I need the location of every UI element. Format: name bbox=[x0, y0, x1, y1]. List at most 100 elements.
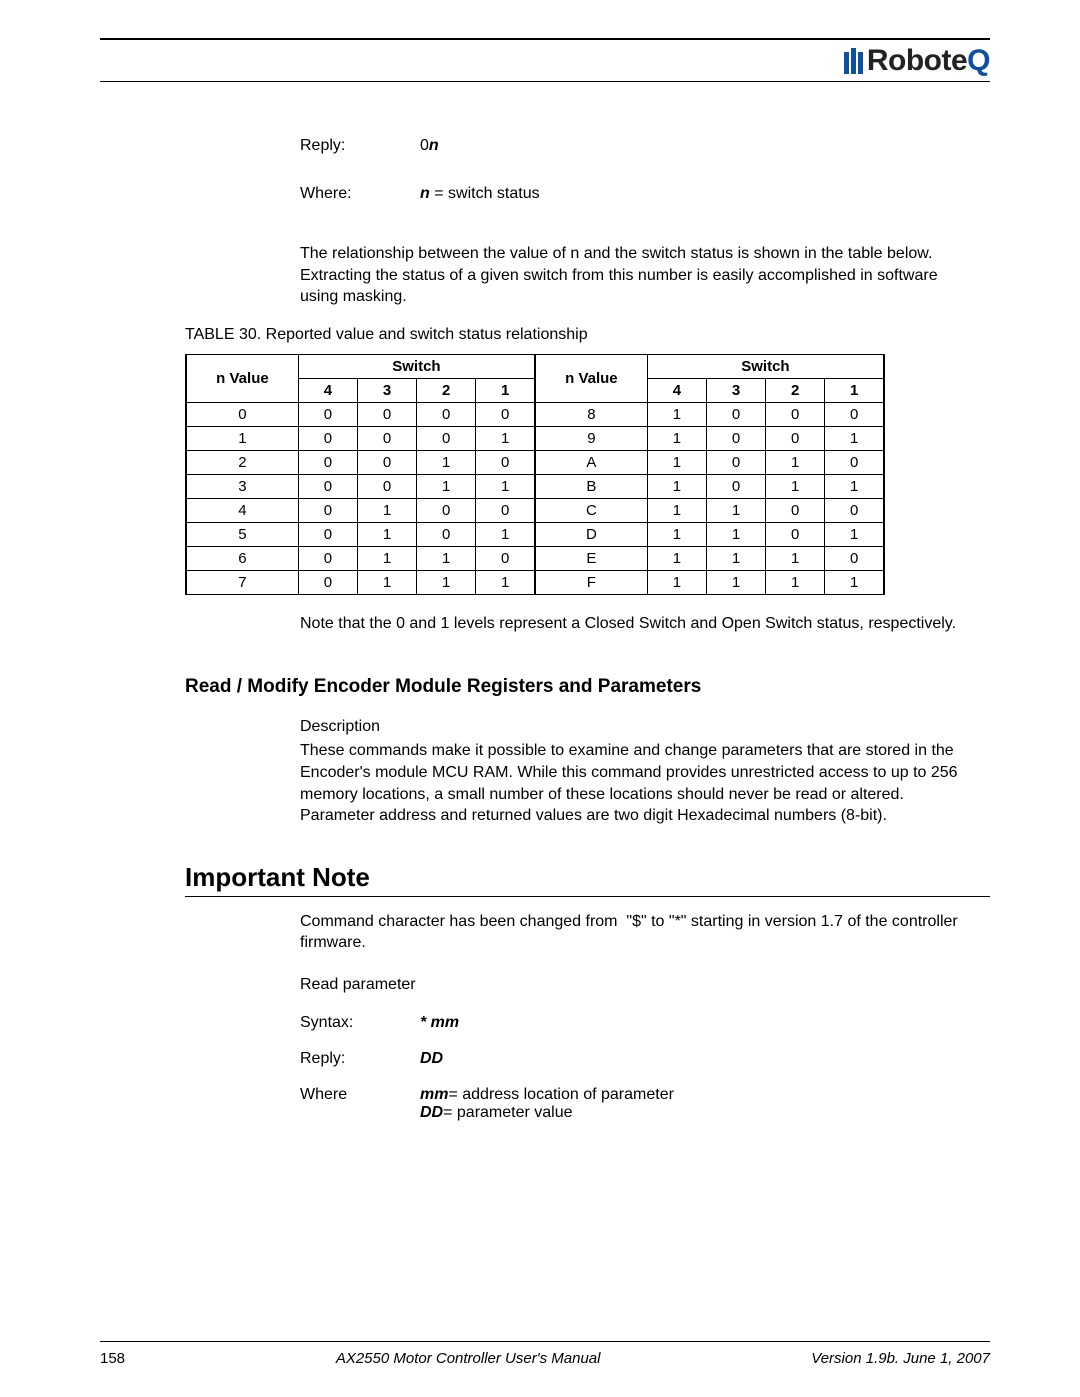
footer-version: Version 1.9b. June 1, 2007 bbox=[811, 1350, 990, 1367]
note-paragraph: Note that the 0 and 1 levels represent a… bbox=[300, 613, 980, 635]
table-row: 0000081000 bbox=[186, 402, 884, 426]
table-cell: 0 bbox=[706, 474, 765, 498]
table-cell: 0 bbox=[298, 474, 357, 498]
table-row: 20010A1010 bbox=[186, 450, 884, 474]
table-cell: 0 bbox=[706, 450, 765, 474]
table-cell: 0 bbox=[825, 450, 884, 474]
table-cell: 0 bbox=[476, 546, 535, 570]
table-cell: 0 bbox=[766, 498, 825, 522]
header-rule bbox=[100, 81, 990, 82]
table-cell: 1 bbox=[766, 546, 825, 570]
reply-value: 0n bbox=[420, 137, 439, 155]
syntax-label: Syntax: bbox=[300, 1014, 420, 1032]
col-nvalue-left: n Value bbox=[186, 354, 298, 402]
table-cell: 0 bbox=[417, 498, 476, 522]
table-cell: 1 bbox=[647, 498, 706, 522]
table-cell: D bbox=[535, 522, 647, 546]
col-switch-left: Switch bbox=[298, 354, 535, 378]
table-cell: 1 bbox=[647, 474, 706, 498]
table-cell: 0 bbox=[417, 426, 476, 450]
footer-rule bbox=[100, 1341, 990, 1342]
col-2r: 2 bbox=[766, 378, 825, 402]
table-cell: 5 bbox=[186, 522, 298, 546]
table-cell: 1 bbox=[476, 522, 535, 546]
table-cell: 8 bbox=[535, 402, 647, 426]
table-cell: 7 bbox=[186, 570, 298, 594]
col-nvalue-right: n Value bbox=[535, 354, 647, 402]
table-cell: 2 bbox=[186, 450, 298, 474]
important-note-heading: Important Note bbox=[185, 862, 990, 893]
table-cell: 0 bbox=[766, 522, 825, 546]
table-cell: 1 bbox=[358, 546, 417, 570]
col-2l: 2 bbox=[417, 378, 476, 402]
brand-logo: RoboteQ bbox=[844, 44, 990, 78]
header: RoboteQ bbox=[100, 44, 990, 78]
table-cell: 1 bbox=[358, 570, 417, 594]
page-number: 158 bbox=[100, 1350, 125, 1367]
table-cell: 0 bbox=[825, 498, 884, 522]
table-cell: 0 bbox=[358, 450, 417, 474]
table-cell: 1 bbox=[825, 570, 884, 594]
reply-label: Reply: bbox=[300, 137, 420, 155]
footer-title: AX2550 Motor Controller User's Manual bbox=[336, 1350, 601, 1367]
table-cell: 0 bbox=[476, 450, 535, 474]
col-4r: 4 bbox=[647, 378, 706, 402]
table-cell: 0 bbox=[298, 450, 357, 474]
col-1l: 1 bbox=[476, 378, 535, 402]
table-cell: 1 bbox=[647, 570, 706, 594]
table-cell: 1 bbox=[647, 426, 706, 450]
where-label: Where: bbox=[300, 185, 420, 203]
syntax-block: Syntax: * mm Reply: DD Where mm= address… bbox=[300, 1014, 990, 1122]
important-note-text: Command character has been changed from … bbox=[300, 911, 980, 954]
table-cell: 0 bbox=[476, 498, 535, 522]
table-row: 60110E1110 bbox=[186, 546, 884, 570]
table-cell: E bbox=[535, 546, 647, 570]
switch-status-table: n Value Switch n Value Switch 4 3 2 1 4 … bbox=[185, 354, 885, 595]
table-cell: B bbox=[535, 474, 647, 498]
table-cell: 1 bbox=[766, 474, 825, 498]
table-cell: 0 bbox=[186, 402, 298, 426]
table-cell: 1 bbox=[766, 570, 825, 594]
table-cell: 1 bbox=[825, 426, 884, 450]
table-cell: 0 bbox=[766, 402, 825, 426]
table-cell: 1 bbox=[647, 450, 706, 474]
table-row: 70111F1111 bbox=[186, 570, 884, 594]
table-row: 30011B1011 bbox=[186, 474, 884, 498]
table-cell: 0 bbox=[298, 570, 357, 594]
col-3l: 3 bbox=[358, 378, 417, 402]
table-cell: 0 bbox=[358, 474, 417, 498]
table-cell: 1 bbox=[476, 426, 535, 450]
table-cell: 1 bbox=[417, 570, 476, 594]
reply2-value: DD bbox=[420, 1050, 990, 1068]
table-cell: 1 bbox=[825, 522, 884, 546]
table-cell: A bbox=[535, 450, 647, 474]
table-cell: 1 bbox=[647, 546, 706, 570]
description-label: Description bbox=[300, 718, 990, 736]
table-cell: 1 bbox=[706, 546, 765, 570]
table-cell: 1 bbox=[476, 474, 535, 498]
logo-bars-icon bbox=[844, 48, 863, 74]
table-cell: 1 bbox=[706, 498, 765, 522]
table-row: 1000191001 bbox=[186, 426, 884, 450]
table-cell: 1 bbox=[417, 450, 476, 474]
brand-name: RoboteQ bbox=[867, 44, 990, 78]
table-cell: 0 bbox=[358, 426, 417, 450]
reply-where-block: Reply: 0n Where: n = switch status bbox=[300, 137, 990, 203]
table-cell: 0 bbox=[417, 402, 476, 426]
where2-value: mm= address location of parameter DD= pa… bbox=[420, 1086, 990, 1122]
table-cell: 1 bbox=[825, 474, 884, 498]
table-cell: 1 bbox=[706, 570, 765, 594]
table-cell: 1 bbox=[476, 570, 535, 594]
read-param-label: Read parameter bbox=[300, 976, 990, 994]
table-cell: 1 bbox=[417, 474, 476, 498]
table-cell: 0 bbox=[298, 426, 357, 450]
where-value: n = switch status bbox=[420, 185, 540, 203]
table-cell: 4 bbox=[186, 498, 298, 522]
col-1r: 1 bbox=[825, 378, 884, 402]
table-cell: 0 bbox=[706, 402, 765, 426]
table-cell: 1 bbox=[706, 522, 765, 546]
table-row: 50101D1101 bbox=[186, 522, 884, 546]
table-cell: 9 bbox=[535, 426, 647, 450]
table-row: 40100C1100 bbox=[186, 498, 884, 522]
relationship-paragraph: The relationship between the value of n … bbox=[300, 243, 980, 308]
